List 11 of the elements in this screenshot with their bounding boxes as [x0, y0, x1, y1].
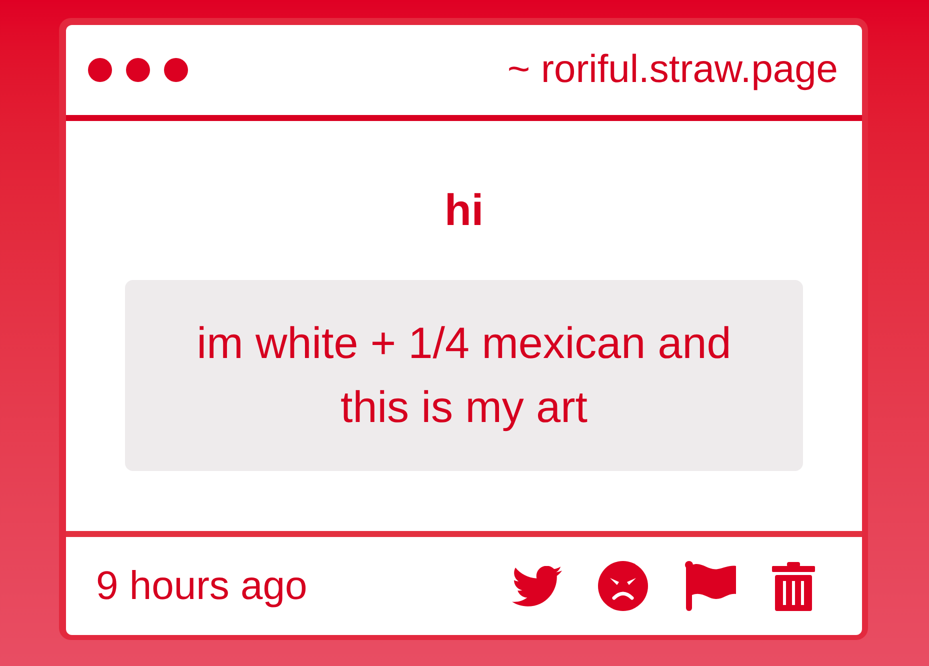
- trash-icon[interactable]: [772, 562, 815, 610]
- timestamp: 9 hours ago: [96, 563, 308, 610]
- angry-face-icon[interactable]: [598, 561, 648, 611]
- flag-icon[interactable]: [684, 561, 736, 611]
- dot-icon: [126, 58, 150, 82]
- dot-icon: [164, 58, 188, 82]
- dot-icon: [88, 58, 112, 82]
- site-address: ~ roriful.straw.page: [507, 47, 838, 93]
- bird-icon[interactable]: [512, 566, 562, 606]
- post-title: hi: [444, 185, 484, 237]
- message-text: im white + 1/4 mexican and this is my art: [196, 318, 732, 434]
